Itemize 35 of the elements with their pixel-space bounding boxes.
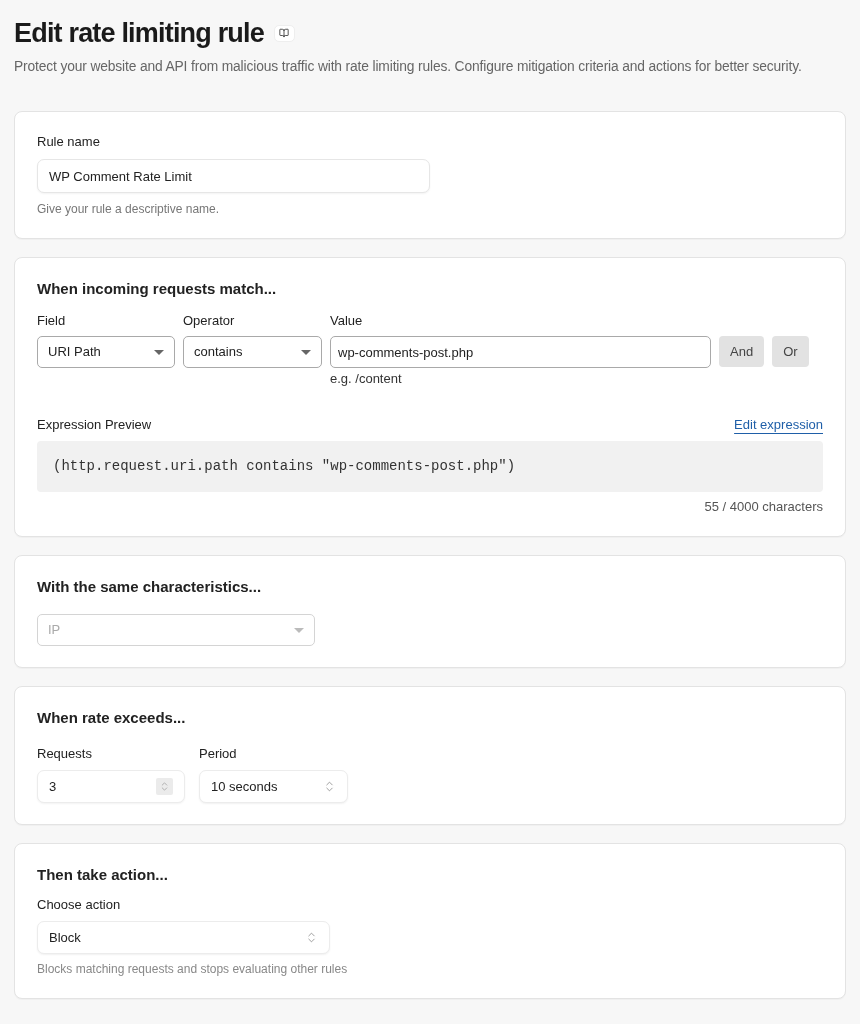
requests-field[interactable]: 3 (37, 770, 185, 803)
chevron-up-down-icon (305, 931, 318, 944)
edit-expression-link[interactable]: Edit expression (734, 416, 823, 434)
book-icon[interactable] (273, 24, 295, 42)
caret-icon (301, 349, 311, 355)
page-title: Edit rate limiting rule (14, 17, 264, 50)
rule-name-input[interactable]: WP Comment Rate Limit (37, 159, 430, 193)
or-button[interactable]: Or (772, 336, 809, 367)
section-heading: When incoming requests match... (37, 279, 277, 299)
value-input[interactable]: wp-comments-post.php (330, 336, 711, 368)
field-label: Value (330, 312, 363, 330)
field-hint: Give your rule a descriptive name. (37, 201, 220, 217)
and-button[interactable]: And (719, 336, 765, 367)
field-hint: e.g. /content (330, 371, 402, 387)
field-label: Expression Preview (37, 416, 152, 434)
section-heading: With the same characteristics... (37, 577, 262, 597)
action-select[interactable]: Block (37, 921, 330, 954)
field-label: Operator (183, 312, 235, 330)
field-label: Field (37, 312, 66, 330)
field-label: Choose action (37, 896, 121, 914)
field-hint: Blocks matching requests and stops evaluating other rules (37, 961, 348, 977)
section-heading: When rate exceeds... (37, 708, 186, 728)
field-label: Rule name (37, 133, 100, 151)
operator-dropdown[interactable]: contains (183, 336, 322, 368)
section-heading: Then take action... (37, 865, 168, 885)
expression-code: (http.request.uri.path contains "wp-comments-post.php") (53, 457, 516, 476)
field-dropdown[interactable]: URI Path (37, 336, 175, 368)
field-label: Period (199, 745, 237, 763)
field-label: Requests (37, 745, 92, 763)
period-select[interactable]: 10 seconds (199, 770, 348, 803)
caret-icon (294, 627, 304, 633)
page-description: Protect your website and API from malicious traffic with rate limiting rules. Configure mitigation criteria and actions for better security. (14, 58, 803, 75)
chevron-up-down-icon (323, 780, 336, 793)
character-counter: 55 / 4000 characters (704, 499, 823, 515)
caret-icon (154, 349, 164, 355)
